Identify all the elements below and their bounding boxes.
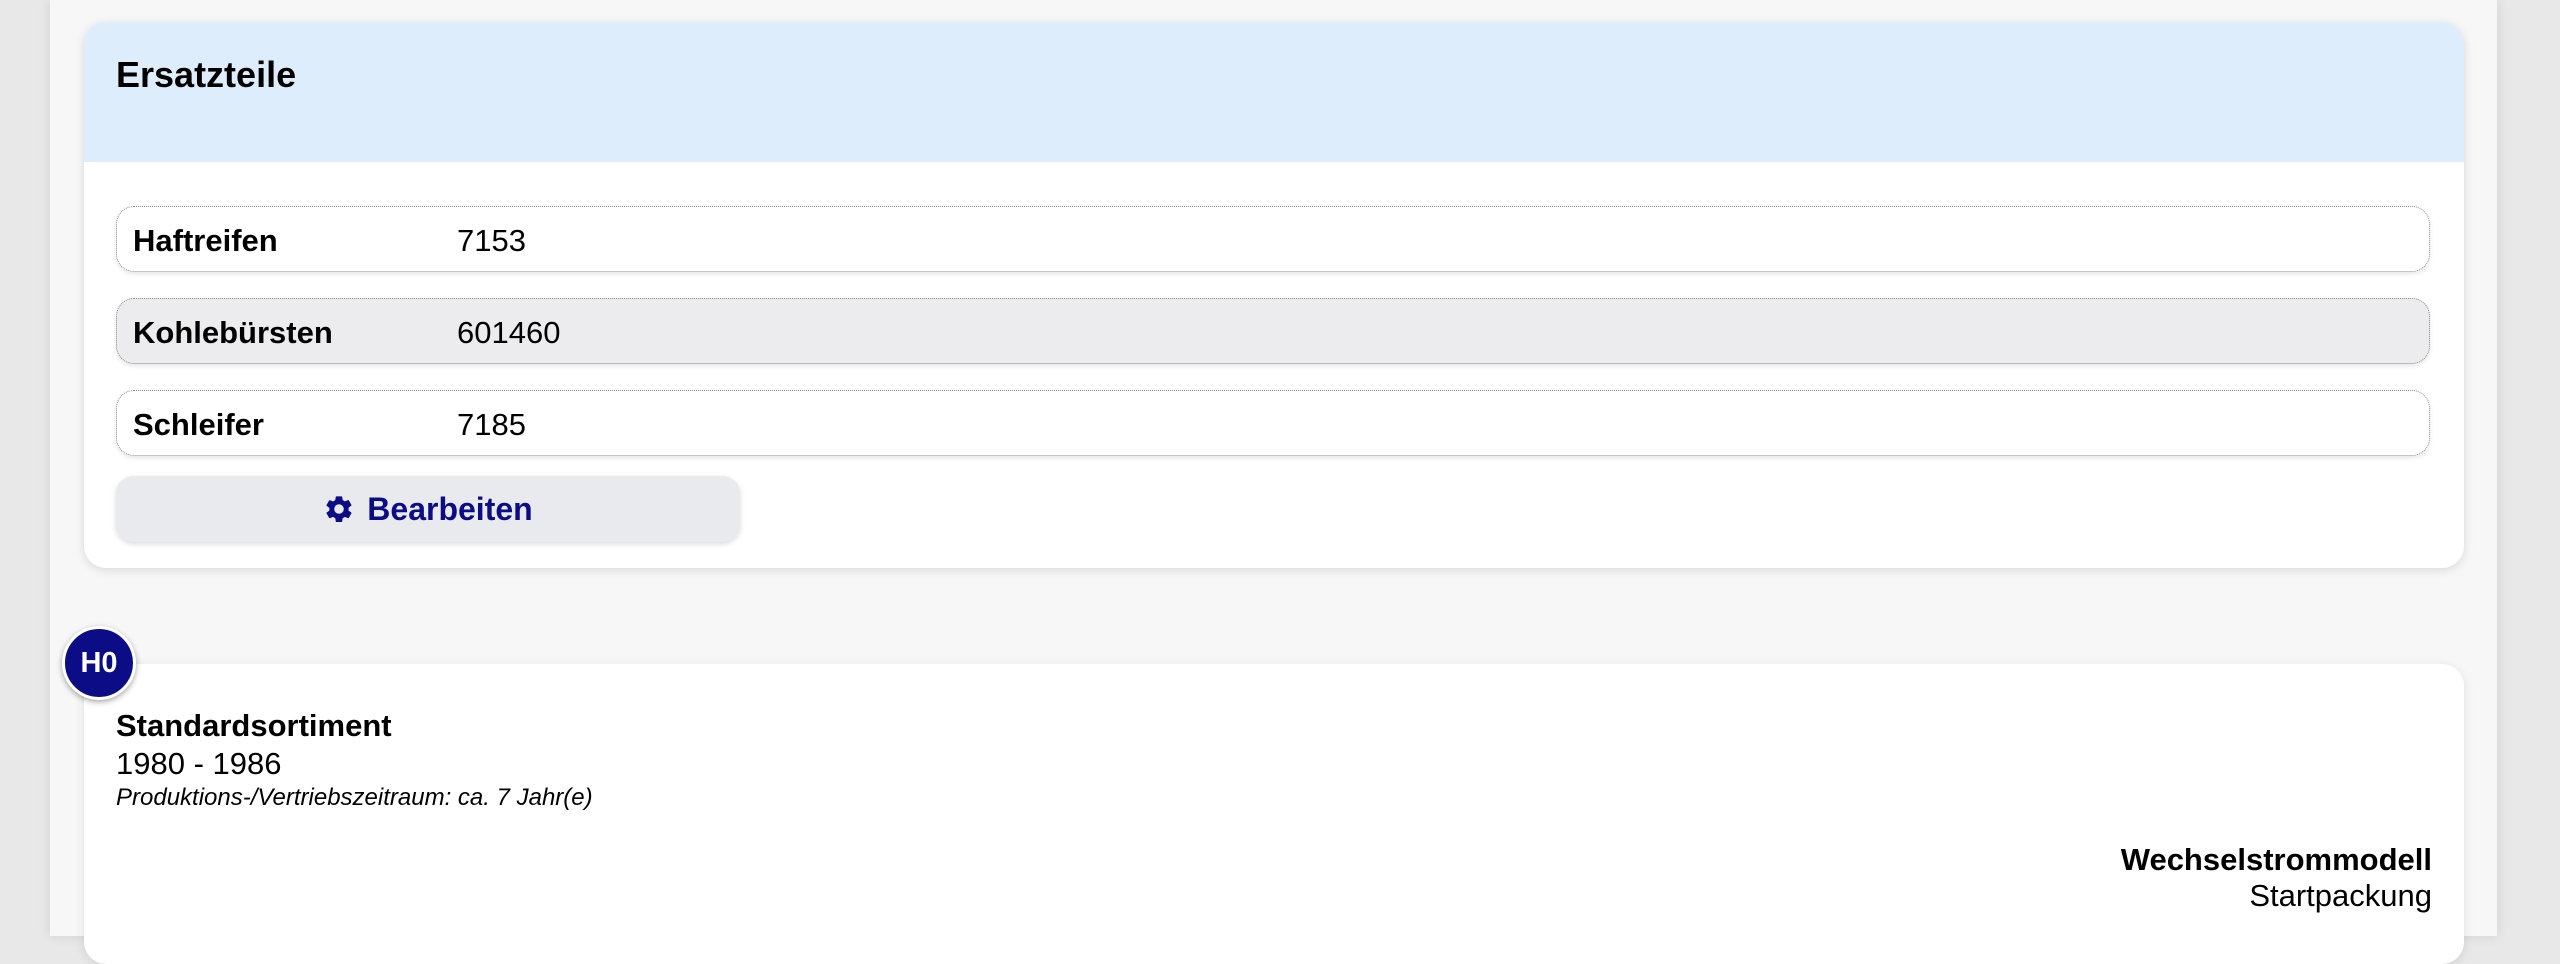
- assortment-label: Standardsortiment: [116, 708, 392, 743]
- part-label: Kohlebürsten: [133, 315, 333, 350]
- card-header: Ersatzteile: [84, 22, 2464, 162]
- part-number: 7153: [457, 223, 526, 258]
- edit-button-label: Bearbeiten: [367, 490, 533, 527]
- part-number: 7185: [457, 407, 526, 442]
- production-period: Produktions-/Vertriebszeitraum: ca. 7 Ja…: [116, 784, 593, 811]
- part-row-haftreifen: Haftreifen 7153: [116, 206, 2430, 272]
- spare-parts-card: Ersatzteile Haftreifen 7153 Kohlebürsten…: [84, 22, 2464, 568]
- model-type: Wechselstrommodell: [2120, 842, 2432, 877]
- card-title: Ersatzteile: [116, 54, 297, 95]
- model-card: Standardsortiment 1980 - 1986 Produktion…: [84, 664, 2464, 964]
- part-number: 601460: [457, 315, 561, 350]
- production-years: 1980 - 1986: [116, 746, 282, 781]
- part-row-schleifer: Schleifer 7185: [116, 390, 2430, 456]
- package-type: Startpackung: [2249, 878, 2432, 913]
- gauge-badge: H0: [62, 626, 136, 700]
- part-label: Haftreifen: [133, 223, 278, 258]
- edit-button[interactable]: Bearbeiten: [116, 476, 740, 542]
- page-content: Ersatzteile Haftreifen 7153 Kohlebürsten…: [50, 0, 2497, 964]
- part-row-kohlebuersten: Kohlebürsten 601460: [116, 298, 2430, 364]
- part-label: Schleifer: [133, 407, 264, 442]
- gear-icon: [323, 493, 355, 525]
